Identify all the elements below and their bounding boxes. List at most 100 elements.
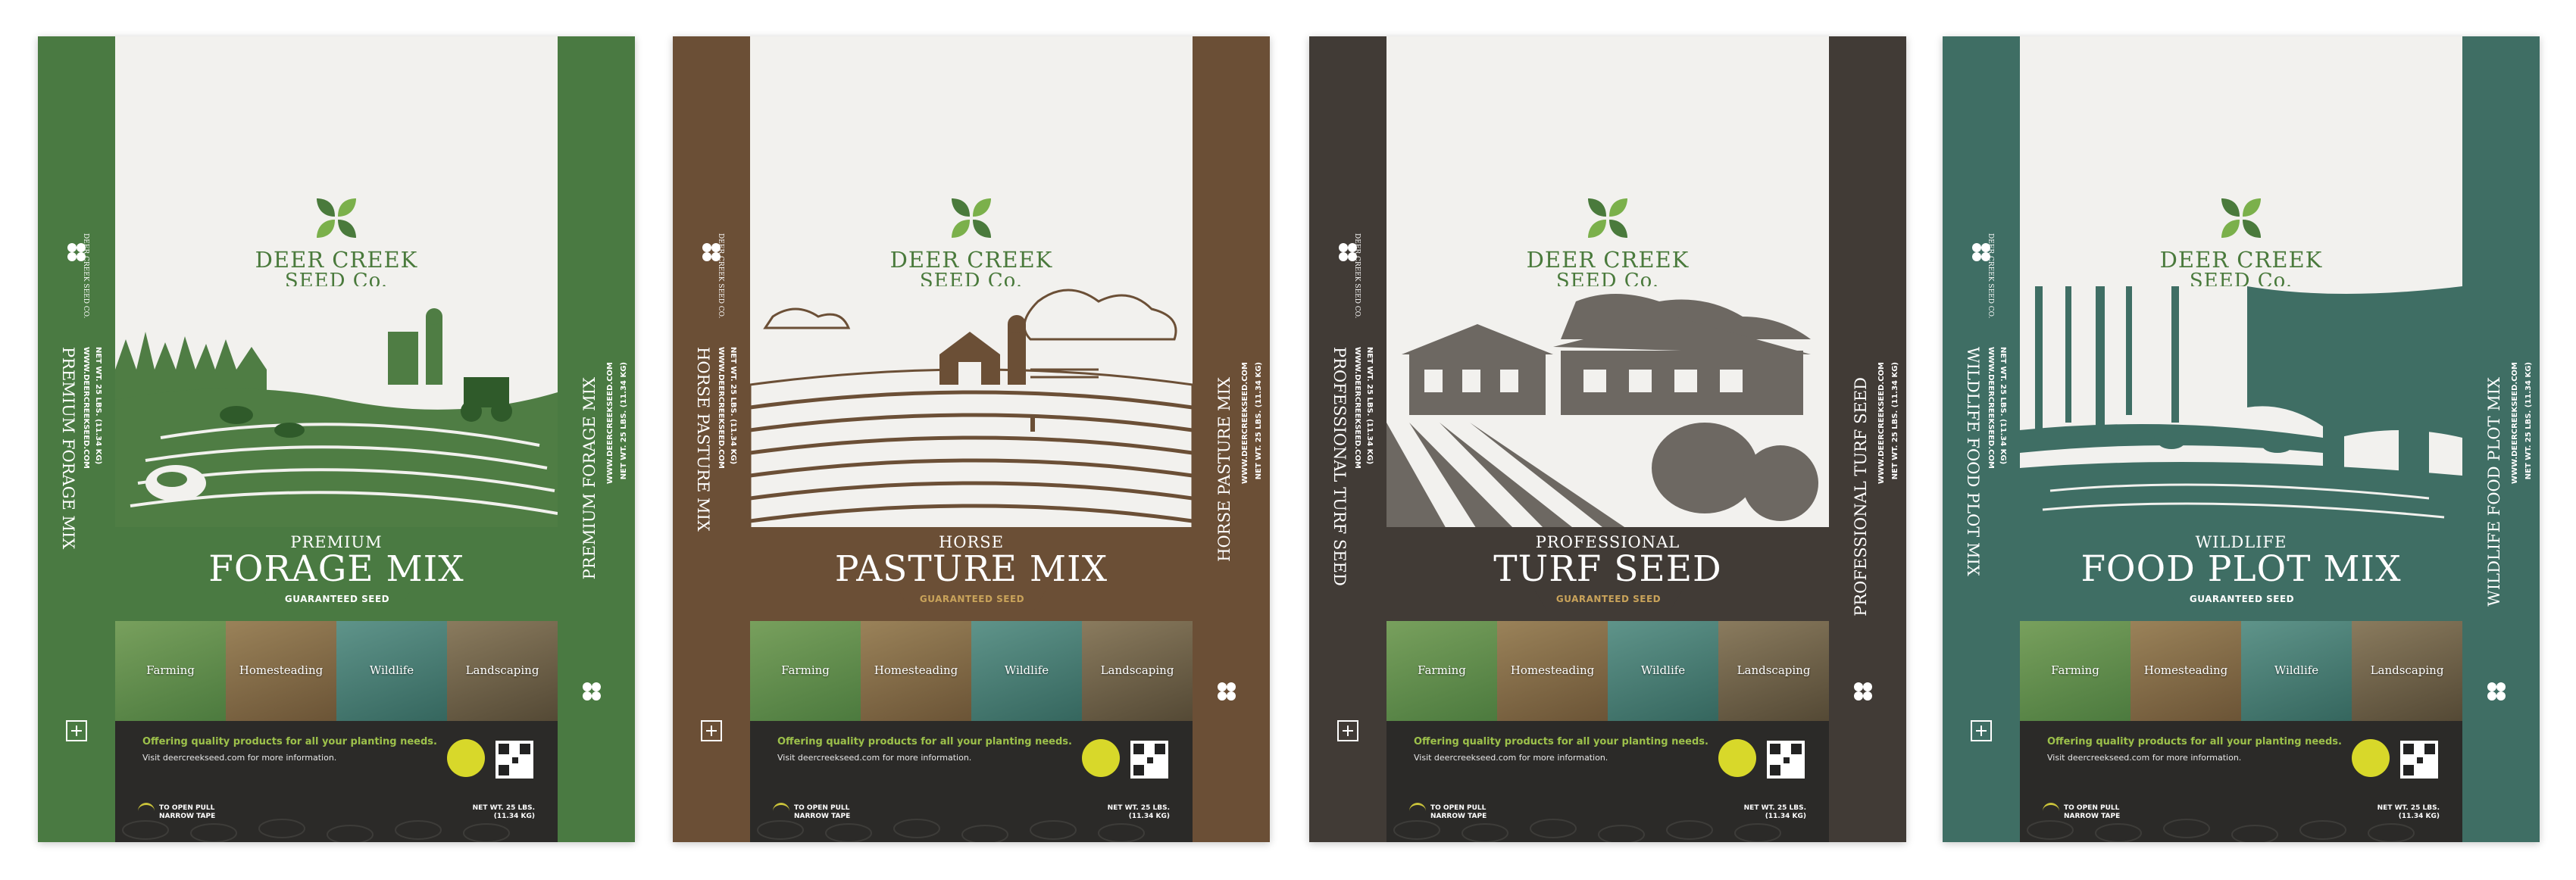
tile-landscaping: Landscaping xyxy=(2352,621,2462,721)
gusset-website: WWW.DEERCREEKSEED.COM xyxy=(606,362,614,484)
visit-text: Visit deercreekseed.com for more informa… xyxy=(1414,753,1608,763)
brand-name: DEER CREEK xyxy=(1526,247,1690,273)
gusset-website: WWW.DEERCREEKSEED.COM xyxy=(1241,362,1249,484)
seed-bag-pasture: DEER CREEK SEED CO. HORSE PASTURE MIX WW… xyxy=(673,36,1270,842)
info-panel: Offering quality products for all your p… xyxy=(2020,721,2462,842)
gusset-net-weight: NET WT. 25 LBS. (11.34 KG) xyxy=(1365,347,1374,465)
wildlife-scene-illustration xyxy=(2020,286,2462,530)
gusset-product-name: HORSE PASTURE MIX xyxy=(1215,377,1233,562)
tile-farming: Farming xyxy=(1386,621,1497,721)
brand-logo: DEER CREEK SEED Co. xyxy=(750,194,1193,291)
visit-text: Visit deercreekseed.com for more informa… xyxy=(2047,753,2242,763)
seal-icon xyxy=(701,720,722,741)
four-leaf-logo-icon xyxy=(952,198,991,238)
tagline-ribbon: GUARANTEED SEED FRESHNESS xyxy=(1533,588,1683,611)
gusset-website: WWW.DEERCREEKSEED.COM xyxy=(1987,347,1995,469)
tagline-ribbon: GUARANTEED SEED FRESHNESS xyxy=(2167,588,2317,611)
tile-homesteading: Homesteading xyxy=(226,621,336,721)
leaf-logo-icon xyxy=(2487,682,2506,701)
leaf-logo-icon xyxy=(1854,682,1872,701)
gusset-product-name: PREMIUM FORAGE MIX xyxy=(580,377,599,580)
gusset-product-name: WILDLIFE FOOD PLOT MIX xyxy=(2485,377,2503,607)
tagline-ribbon: GUARANTEED SEED FRESHNESS xyxy=(897,588,1047,611)
visit-text: Visit deercreekseed.com for more informa… xyxy=(142,753,337,763)
left-gusset: DEER CREEK SEED CO. HORSE PASTURE MIX WW… xyxy=(673,36,750,842)
tile-homesteading: Homesteading xyxy=(861,621,971,721)
usage-tiles: Farming Homesteading Wildlife Landscapin… xyxy=(750,621,1193,721)
gusset-website: WWW.DEERCREEKSEED.COM xyxy=(1353,347,1361,469)
info-panel: Offering quality products for all your p… xyxy=(115,721,558,842)
info-panel: Offering quality products for all your p… xyxy=(1386,721,1829,842)
seal-badge-icon xyxy=(1082,739,1120,777)
seal-icon xyxy=(66,720,87,741)
info-panel: Offering quality products for all your p… xyxy=(750,721,1193,842)
leaf-pattern xyxy=(2027,819,2415,842)
gusset-net-weight: NET WT. 25 LBS. (11.34 KG) xyxy=(1255,362,1263,480)
tile-wildlife: Wildlife xyxy=(1608,621,1718,721)
pull-arrow-icon xyxy=(773,803,789,814)
qr-code-icon xyxy=(496,741,533,779)
seal-badge-icon xyxy=(2352,739,2390,777)
visit-text: Visit deercreekseed.com for more informa… xyxy=(777,753,972,763)
gusset-net-weight: NET WT. 25 LBS. (11.34 KG) xyxy=(729,347,737,465)
tile-landscaping: Landscaping xyxy=(447,621,558,721)
left-gusset: DEER CREEK SEED CO. PROFESSIONAL TURF SE… xyxy=(1309,36,1386,842)
farm-scene-illustration xyxy=(115,286,558,530)
four-leaf-logo-icon xyxy=(317,198,356,238)
bag-front: DEER CREEK SEED Co. WILDLIFE FOOD PLOT M… xyxy=(2020,36,2462,842)
seal-icon xyxy=(1337,720,1358,741)
tile-farming: Farming xyxy=(750,621,861,721)
qr-code-icon xyxy=(1767,741,1805,779)
gusset-product-name: HORSE PASTURE MIX xyxy=(694,347,712,532)
brand-name: DEER CREEK xyxy=(889,247,1053,273)
leaf-logo-icon xyxy=(1218,682,1236,701)
brand-name: DEER CREEK xyxy=(255,247,418,273)
leaf-logo-icon xyxy=(702,243,721,261)
leaf-logo-icon xyxy=(1339,243,1357,261)
seal-badge-icon xyxy=(447,739,485,777)
bag-front: DEER CREEK SEED Co. PREMIUM FORAGE MIX G… xyxy=(115,36,558,842)
brand-logo: DEER CREEK SEED Co. xyxy=(1386,194,1829,291)
bag-front: DEER CREEK SEED Co. HORSE PASTURE MIX GU… xyxy=(750,36,1193,842)
right-gusset: WILDLIFE FOOD PLOT MIX WWW.DEERCREEKSEED… xyxy=(2462,36,2540,842)
leaf-pattern xyxy=(122,819,510,842)
tile-wildlife: Wildlife xyxy=(336,621,447,721)
product-title: FOOD PLOT MIX xyxy=(2080,548,2402,590)
qr-code-icon xyxy=(2400,741,2438,779)
house-scene-illustration xyxy=(1386,286,1829,530)
gusset-net-weight: NET WT. 25 LBS. (11.34 KG) xyxy=(2524,362,2533,480)
brand-logo: DEER CREEK SEED Co. xyxy=(115,194,558,291)
offer-text: Offering quality products for all your p… xyxy=(142,736,437,747)
seed-bag-food-plot: DEER CREEK SEED CO. WILDLIFE FOOD PLOT M… xyxy=(1943,36,2540,842)
tile-farming: Farming xyxy=(115,621,226,721)
tile-homesteading: Homesteading xyxy=(1497,621,1608,721)
gusset-net-weight: NET WT. 25 LBS. (11.34 KG) xyxy=(1999,347,2007,465)
tile-wildlife: Wildlife xyxy=(971,621,1082,721)
seed-bag-turf: DEER CREEK SEED CO. PROFESSIONAL TURF SE… xyxy=(1309,36,1906,842)
four-leaf-logo-icon xyxy=(2221,198,2261,238)
leaf-logo-icon xyxy=(583,682,601,701)
usage-tiles: Farming Homesteading Wildlife Landscapin… xyxy=(115,621,558,721)
offer-text: Offering quality products for all your p… xyxy=(2047,736,2342,747)
product-title: FORAGE MIX xyxy=(208,548,464,590)
right-gusset: HORSE PASTURE MIX WWW.DEERCREEKSEED.COM … xyxy=(1193,36,1270,842)
leaf-logo-icon xyxy=(1972,243,1990,261)
right-gusset: PREMIUM FORAGE MIX WWW.DEERCREEKSEED.COM… xyxy=(558,36,635,842)
gusset-net-weight: NET WT. 25 LBS. (11.34 KG) xyxy=(620,362,628,480)
gusset-product-name: PROFESSIONAL TURF SEED xyxy=(1330,347,1349,586)
pull-arrow-icon xyxy=(1409,803,1426,814)
tile-landscaping: Landscaping xyxy=(1718,621,1829,721)
usage-tiles: Farming Homesteading Wildlife Landscapin… xyxy=(2020,621,2462,721)
gusset-website: WWW.DEERCREEKSEED.COM xyxy=(82,347,90,469)
leaf-logo-icon xyxy=(67,243,86,261)
leaf-pattern xyxy=(757,819,1145,842)
tile-homesteading: Homesteading xyxy=(2131,621,2241,721)
leaf-pattern xyxy=(1393,819,1781,842)
left-gusset: DEER CREEK SEED CO. WILDLIFE FOOD PLOT M… xyxy=(1943,36,2020,842)
gusset-website: WWW.DEERCREEKSEED.COM xyxy=(717,347,725,469)
brand-name: DEER CREEK xyxy=(2159,247,2323,273)
pull-arrow-icon xyxy=(2043,803,2059,814)
gusset-net-weight: NET WT. 25 LBS. (11.34 KG) xyxy=(94,347,102,465)
gusset-website: WWW.DEERCREEKSEED.COM xyxy=(1877,362,1886,484)
gusset-product-name: PROFESSIONAL TURF SEED xyxy=(1852,377,1870,616)
